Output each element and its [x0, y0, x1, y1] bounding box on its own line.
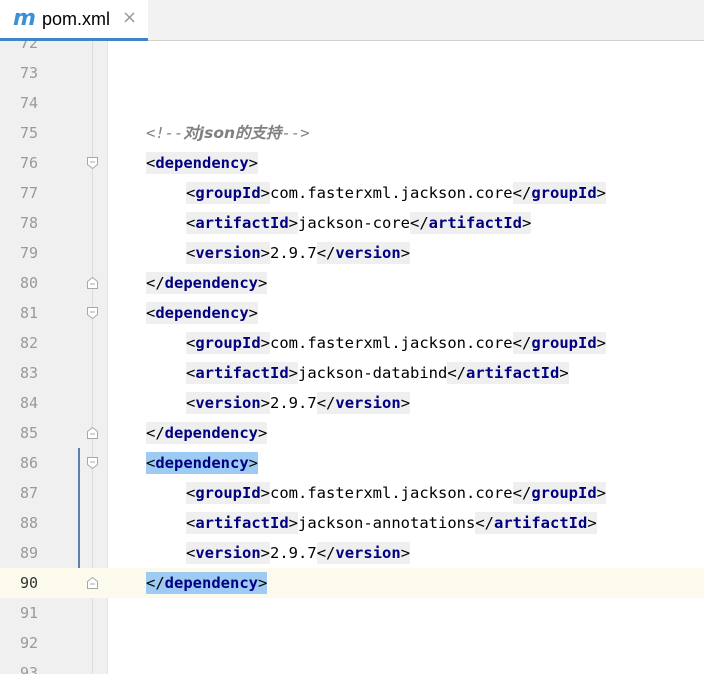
line-number: 77: [19, 184, 38, 202]
tab-pom-xml[interactable]: m pom.xml ×: [0, 0, 148, 41]
code-line: 85 </dependency>: [0, 418, 704, 448]
artifactid-value: jackson-databind: [298, 364, 448, 382]
xml-element-groupid: <groupId>com.fasterxml.jackson.core</gro…: [186, 182, 606, 204]
line-number: 93: [19, 664, 38, 674]
line-number: 92: [19, 634, 38, 652]
line-number: 88: [19, 514, 38, 532]
code-line: 76 <dependency>: [0, 148, 704, 178]
line-number: 86: [19, 454, 38, 472]
groupid-value: com.fasterxml.jackson.core: [270, 484, 513, 502]
xml-element-groupid: <groupId>com.fasterxml.jackson.core</gro…: [186, 332, 606, 354]
line-number: 91: [19, 604, 38, 622]
fold-end-icon[interactable]: [86, 276, 99, 290]
xml-element-version: <version>2.9.7</version>: [186, 392, 411, 414]
xml-element-version: <version>2.9.7</version>: [186, 242, 411, 264]
xml-element-artifactid: <artifactId>jackson-annotations</artifac…: [186, 512, 597, 534]
code-line: 73: [0, 58, 704, 88]
line-number: 75: [19, 124, 38, 142]
line-number: 84: [19, 394, 38, 412]
editor-tab-bar: m pom.xml ×: [0, 0, 704, 41]
fold-collapse-icon[interactable]: [86, 306, 99, 320]
code-line: 79 <version>2.9.7</version>: [0, 238, 704, 268]
code-line: 88 <artifactId>jackson-annotations</arti…: [0, 508, 704, 538]
code-line: 84 <version>2.9.7</version>: [0, 388, 704, 418]
xml-open-tag: <dependency>: [146, 302, 259, 324]
code-line: 91: [0, 598, 704, 628]
code-line: 82 <groupId>com.fasterxml.jackson.core</…: [0, 328, 704, 358]
code-line: 80 </dependency>: [0, 268, 704, 298]
fold-collapse-icon[interactable]: [86, 156, 99, 170]
line-number: 83: [19, 364, 38, 382]
line-number: 89: [19, 544, 38, 562]
line-number: 78: [19, 214, 38, 232]
code-line: 89 <version>2.9.7</version>: [0, 538, 704, 568]
close-icon[interactable]: ×: [122, 7, 137, 28]
xml-close-tag-matched: </dependency>: [146, 572, 268, 594]
xml-close-tag: </dependency>: [146, 272, 268, 294]
code-line: 77 <groupId>com.fasterxml.jackson.core</…: [0, 178, 704, 208]
xml-element-version: <version>2.9.7</version>: [186, 542, 411, 564]
line-number: 87: [19, 484, 38, 502]
fold-end-icon[interactable]: [86, 426, 99, 440]
version-value: 2.9.7: [270, 394, 317, 412]
line-number: 74: [19, 94, 38, 112]
fold-end-icon[interactable]: [86, 576, 99, 590]
line-number: 90: [19, 574, 38, 592]
code-line: 75 <!--对json的支持-->: [0, 118, 704, 148]
version-value: 2.9.7: [270, 544, 317, 562]
line-number: 82: [19, 334, 38, 352]
code-line: 87 <groupId>com.fasterxml.jackson.core</…: [0, 478, 704, 508]
xml-comment: <!--对json的支持-->: [146, 122, 310, 144]
code-line: 81 <dependency>: [0, 298, 704, 328]
tab-title: pom.xml: [42, 9, 111, 29]
xml-open-tag-matched: <dependency>: [146, 452, 259, 474]
xml-element-groupid: <groupId>com.fasterxml.jackson.core</gro…: [186, 482, 606, 504]
comment-text: 对json的支持: [183, 124, 282, 142]
code-editor[interactable]: 72 73 74 75 <!--对json的支持--> 76 <dependen…: [0, 41, 704, 674]
code-line: 93: [0, 658, 704, 674]
comment-close: -->: [281, 124, 310, 142]
comment-open: <!--: [146, 124, 184, 142]
xml-element-artifactid: <artifactId>jackson-databind</artifactId…: [186, 362, 569, 384]
groupid-value: com.fasterxml.jackson.core: [270, 334, 513, 352]
line-number: 76: [19, 154, 38, 172]
current-code-line: 90 </dependency>: [0, 568, 704, 598]
version-value: 2.9.7: [270, 244, 317, 262]
code-line: 92: [0, 628, 704, 658]
groupid-value: com.fasterxml.jackson.core: [270, 184, 513, 202]
fold-collapse-icon[interactable]: [86, 456, 99, 470]
code-line: 83 <artifactId>jackson-databind</artifac…: [0, 358, 704, 388]
code-line: 78 <artifactId>jackson-core</artifactId>: [0, 208, 704, 238]
line-number: 81: [19, 304, 38, 322]
xml-element-artifactid: <artifactId>jackson-core</artifactId>: [186, 212, 532, 234]
maven-file-icon: m: [13, 6, 36, 31]
code-line: 72: [0, 41, 704, 58]
code-lines: 72 73 74 75 <!--对json的支持--> 76 <dependen…: [0, 41, 704, 674]
code-line: 86 <dependency>: [0, 448, 704, 478]
artifactid-value: jackson-core: [298, 214, 410, 232]
line-number: 79: [19, 244, 38, 262]
xml-open-tag: <dependency>: [146, 152, 259, 174]
artifactid-value: jackson-annotations: [298, 514, 476, 532]
code-line: 74: [0, 88, 704, 118]
line-number: 72: [19, 41, 38, 52]
line-number: 80: [19, 274, 38, 292]
line-number: 85: [19, 424, 38, 442]
xml-close-tag: </dependency>: [146, 422, 268, 444]
line-number: 73: [19, 64, 38, 82]
